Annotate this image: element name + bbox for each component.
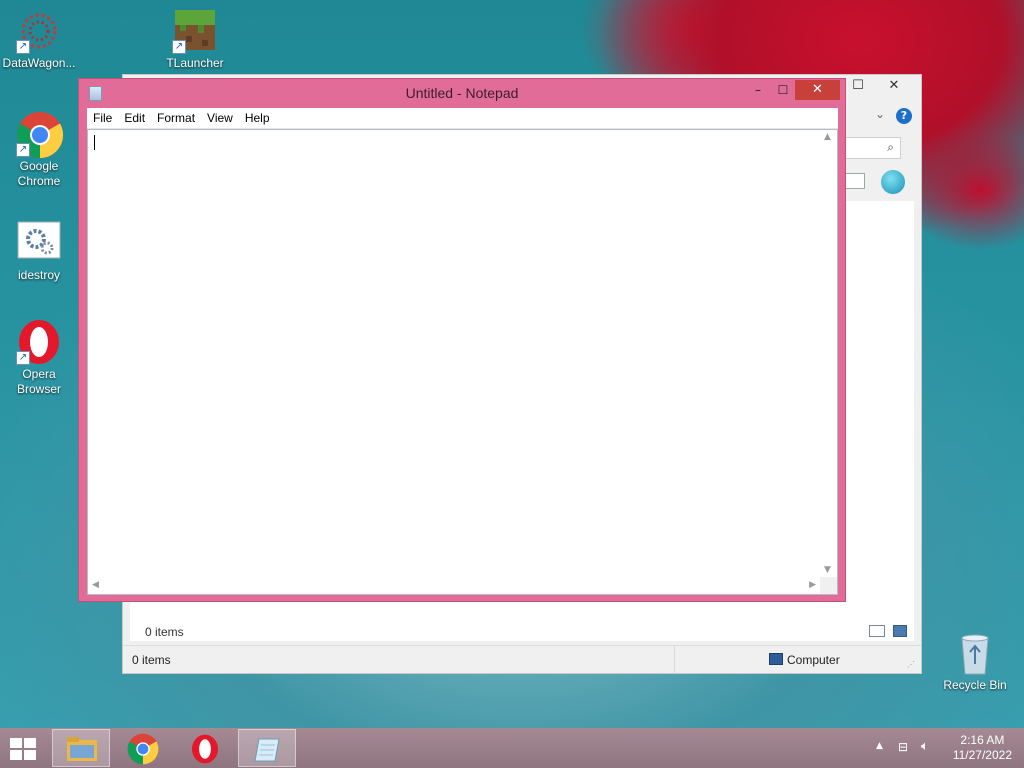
shortcut-arrow-icon: ↗ xyxy=(16,351,30,365)
desktop-icon-label: Opera Browser xyxy=(16,367,61,396)
desktop-icon-label: DataWagon... xyxy=(2,56,76,70)
status-location: Computer xyxy=(787,653,840,667)
desktop-icon-tlauncher[interactable]: ↗ TLauncher xyxy=(156,8,234,71)
search-icon: ⌕ xyxy=(887,140,894,154)
chrome-icon xyxy=(127,733,159,765)
details-view-icon[interactable] xyxy=(869,625,885,637)
menu-file[interactable]: File xyxy=(87,108,118,125)
horizontal-scrollbar[interactable]: ◀ ▶ xyxy=(88,577,820,594)
notepad-menu-bar: File Edit Format View Help xyxy=(87,108,838,129)
desktop-icon-datawagon[interactable]: ↗ DataWagon... xyxy=(0,8,78,71)
preview-pane-icon[interactable] xyxy=(845,173,865,189)
notepad-title-bar[interactable]: Untitled - Notepad – ☐ ✕ xyxy=(79,79,845,107)
computer-icon xyxy=(769,653,783,665)
resize-grip-icon[interactable]: ⋰ xyxy=(907,660,915,669)
help-icon[interactable]: ? xyxy=(896,108,912,124)
clock-date: 11/27/2022 xyxy=(952,748,1012,762)
minimize-button[interactable]: – xyxy=(745,80,771,100)
desktop-icon-opera-browser[interactable]: ↗ Opera Browser xyxy=(0,319,78,397)
desktop-icon-idestroy[interactable]: idestroy xyxy=(0,220,78,283)
menu-edit[interactable]: Edit xyxy=(118,108,151,125)
menu-format[interactable]: Format xyxy=(151,108,201,125)
datawagon-icon: ↗ xyxy=(16,8,62,54)
large-icons-view-icon[interactable] xyxy=(893,625,907,637)
explorer-close-button[interactable]: ✕ xyxy=(871,75,917,97)
notepad-window[interactable]: Untitled - Notepad – ☐ ✕ File Edit Format V… xyxy=(78,78,846,602)
explorer-maximize-button[interactable]: ☐ xyxy=(845,75,871,97)
explorer-items-count: 0 items xyxy=(145,625,184,639)
scroll-right-icon[interactable]: ▶ xyxy=(809,580,816,590)
shortcut-arrow-icon: ↗ xyxy=(172,40,186,54)
menu-view[interactable]: View xyxy=(201,108,239,125)
resize-grip[interactable] xyxy=(820,577,837,594)
explorer-search-box[interactable]: ⌕ xyxy=(843,137,901,159)
idestroy-icon xyxy=(16,220,62,266)
expand-ribbon-chevron-icon[interactable]: ⌄ xyxy=(875,107,885,121)
vertical-scrollbar[interactable]: ▲ ▼ xyxy=(820,130,837,577)
tlauncher-icon: ↗ xyxy=(172,8,218,54)
notepad-icon xyxy=(254,738,280,762)
scroll-up-icon[interactable]: ▲ xyxy=(824,132,831,142)
status-divider xyxy=(674,646,675,674)
taskbar-chrome[interactable] xyxy=(114,729,172,767)
clock-time: 2:16 AM xyxy=(960,733,1005,747)
desktop-icon-recycle-bin[interactable]: Recycle Bin xyxy=(936,630,1014,693)
taskbar-file-explorer[interactable] xyxy=(52,729,110,767)
volume-icon[interactable]: 🔈︎ xyxy=(921,739,929,754)
opera-icon xyxy=(191,734,219,764)
globe-icon[interactable] xyxy=(881,170,905,194)
shortcut-arrow-icon: ↗ xyxy=(16,143,30,157)
window-title: Untitled - Notepad xyxy=(405,85,519,101)
network-icon[interactable]: ⊟ xyxy=(898,740,908,754)
explorer-status-bar: 0 items Computer ⋰ xyxy=(123,645,921,674)
system-clock[interactable]: 2:16 AM 11/27/2022 xyxy=(953,733,1012,763)
desktop-icon-label: Google Chrome xyxy=(17,159,61,188)
show-hidden-icons-chevron[interactable]: ▲ xyxy=(876,741,883,751)
desktop-icon-google-chrome[interactable]: ↗ Google Chrome xyxy=(0,111,78,189)
desktop-icon-label: Recycle Bin xyxy=(943,678,1007,692)
text-caret xyxy=(94,135,95,150)
taskbar-notepad[interactable] xyxy=(238,729,296,767)
windows-logo-icon xyxy=(10,738,38,760)
maximize-button[interactable]: ☐ xyxy=(771,80,795,100)
menu-help[interactable]: Help xyxy=(239,108,276,125)
notepad-text-area[interactable]: ▲ ▼ ◀ ▶ xyxy=(87,129,838,595)
recycle-bin-icon xyxy=(952,630,998,676)
taskbar-opera[interactable] xyxy=(176,729,234,767)
start-button[interactable] xyxy=(0,729,48,767)
desktop-icon-label: idestroy xyxy=(17,268,61,282)
shortcut-arrow-icon: ↗ xyxy=(16,40,30,54)
taskbar: ▲ ⊟ 🔈︎ 2:16 AM 11/27/2022 xyxy=(0,728,1024,768)
chrome-icon: ↗ xyxy=(16,111,64,159)
scroll-down-icon[interactable]: ▼ xyxy=(824,565,831,575)
desktop-icon-label: TLauncher xyxy=(166,56,224,70)
status-items-count: 0 items xyxy=(132,653,171,667)
scroll-left-icon[interactable]: ◀ xyxy=(92,580,99,590)
opera-icon: ↗ xyxy=(16,319,62,365)
close-button[interactable]: ✕ xyxy=(795,80,840,100)
folder-icon xyxy=(67,737,97,761)
